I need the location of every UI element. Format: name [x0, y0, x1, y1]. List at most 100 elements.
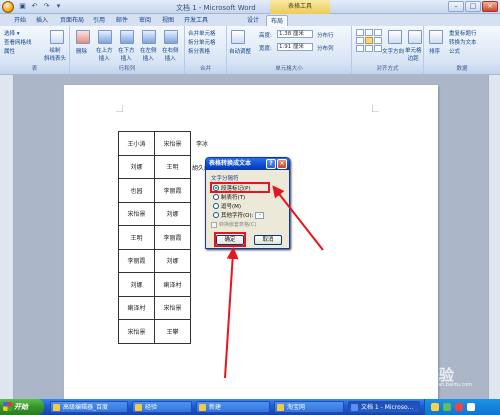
word-table[interactable]: 王小涛 宋怡景 刘娜 王明 也园 李丽霞 宋怡景 刘娜 王明 李丽霞 李丽霞 刘娜 刘娜 瘌泽村 瘌泽村 宋怡…	[118, 131, 191, 344]
tab-mailings[interactable]: 邮件	[112, 15, 132, 26]
tray-icon[interactable]	[467, 403, 475, 411]
start-button[interactable]: 开始	[0, 399, 44, 415]
redo-icon[interactable]: ↷	[42, 2, 51, 11]
align-middle-center-icon[interactable]	[365, 37, 373, 44]
table-cell[interactable]: 宋怡景	[118, 319, 155, 344]
table-row: 宋怡景 王攀	[118, 319, 191, 344]
table-cell[interactable]: 王明	[118, 225, 155, 250]
dialog-close-button[interactable]: ×	[277, 159, 287, 169]
width-input[interactable]: 1.91 厘米	[277, 43, 313, 51]
table-cell[interactable]: 宋怡景	[154, 131, 191, 156]
insert-right-icon[interactable]	[164, 30, 178, 44]
sort-icon[interactable]	[429, 30, 443, 44]
close-button[interactable]: ×	[482, 1, 498, 12]
other-character-input[interactable]: -	[255, 211, 265, 219]
insert-left-icon[interactable]	[142, 30, 156, 44]
tab-references[interactable]: 引用	[89, 15, 109, 26]
taskbar-item-label: 文档 1 - Microso...	[361, 404, 414, 411]
tab-design[interactable]: 设计	[243, 15, 263, 26]
app-icon	[277, 404, 284, 411]
height-input[interactable]: 1.38 厘米	[277, 30, 313, 38]
formula-button[interactable]: 公式	[449, 47, 460, 55]
table-cell[interactable]: 李丽霞	[154, 225, 191, 250]
tab-view[interactable]: 视图	[158, 15, 178, 26]
distribute-columns-button[interactable]: 分布列	[317, 44, 334, 52]
merge-cells-button[interactable]: 合并单元格	[188, 29, 216, 37]
table-cell[interactable]: 宋怡景	[154, 295, 191, 320]
taskbar-item-2[interactable]: 经验	[132, 401, 192, 413]
qat-dropdown-icon[interactable]: ▾	[54, 2, 63, 11]
radio-icon[interactable]	[213, 203, 219, 209]
table-cell[interactable]: 刘娜	[154, 248, 191, 273]
align-middle-right-icon[interactable]	[374, 37, 382, 44]
radio-icon[interactable]	[213, 194, 219, 200]
table-cell[interactable]: 刘娜	[118, 272, 155, 297]
table-cell[interactable]: 李丽霞	[154, 178, 191, 203]
insert-below-icon[interactable]	[120, 30, 134, 44]
tray-icon[interactable]	[431, 403, 439, 411]
option-tab[interactable]: 制表符(T)	[213, 193, 245, 201]
delete-icon[interactable]	[76, 30, 90, 44]
view-gridlines-button[interactable]: 查看网格线	[4, 38, 32, 46]
align-top-center-icon[interactable]	[365, 29, 373, 36]
cell-margins-icon[interactable]	[408, 30, 422, 44]
taskbar-item-word[interactable]: 文档 1 - Microso...	[348, 401, 420, 413]
ribbon-group-alignment: 文字方向 单元格 边距 对齐方式	[352, 26, 424, 74]
ribbon-group-table: 选择 ▾ 查看网格线 属性 绘制 斜线表头 表	[0, 26, 70, 74]
table-cell[interactable]: 刘娜	[154, 201, 191, 226]
option-comma[interactable]: 逗号(M)	[213, 202, 241, 210]
table-cell[interactable]: 也园	[118, 178, 155, 203]
split-table-button[interactable]: 拆分表格	[188, 47, 210, 55]
cancel-button[interactable]: 取消	[254, 235, 282, 245]
table-cell[interactable]: 王明	[154, 154, 191, 179]
cell-alignment-grid[interactable]	[356, 29, 382, 52]
text-direction-icon[interactable]	[388, 30, 402, 44]
tab-page-layout[interactable]: 页面布局	[56, 15, 88, 26]
align-top-left-icon[interactable]	[356, 29, 364, 36]
undo-icon[interactable]: ↶	[30, 2, 39, 11]
table-row: 王明 李丽霞	[118, 225, 191, 250]
tab-developer[interactable]: 开发工具	[180, 15, 212, 26]
help-button[interactable]: ?	[266, 159, 276, 169]
taskbar-item-1[interactable]: 高级编辑器_百度	[50, 401, 128, 413]
tab-insert[interactable]: 插入	[32, 15, 52, 26]
ribbon-group-data: 排序 重复标题行 转换为文本 公式 数据	[424, 26, 500, 74]
repeat-header-rows-button[interactable]: 重复标题行	[449, 29, 477, 37]
vertical-scrollbar[interactable]	[488, 75, 500, 399]
maximize-button[interactable]: □	[465, 1, 481, 12]
save-icon[interactable]: ▣	[18, 2, 27, 11]
table-cell[interactable]: 王小涛	[118, 131, 155, 156]
tab-home[interactable]: 开始	[10, 15, 30, 26]
table-cell[interactable]: 王攀	[154, 319, 191, 344]
tab-review[interactable]: 审阅	[135, 15, 155, 26]
distribute-rows-button[interactable]: 分布行	[317, 31, 334, 39]
insert-above-icon[interactable]	[98, 30, 112, 44]
split-cells-button[interactable]: 拆分单元格	[188, 38, 216, 46]
tray-icon[interactable]	[443, 403, 451, 411]
table-cell[interactable]: 宋怡景	[118, 201, 155, 226]
tab-layout[interactable]: 布局	[266, 15, 289, 26]
align-middle-left-icon[interactable]	[356, 37, 364, 44]
text-direction-label: 文字方向	[382, 49, 405, 55]
table-cell[interactable]: 瘌泽村	[118, 295, 155, 320]
radio-icon[interactable]	[213, 212, 219, 218]
minimize-button[interactable]: –	[448, 1, 464, 12]
tray-icon[interactable]	[455, 403, 463, 411]
properties-button[interactable]: 属性	[4, 47, 15, 55]
draw-diagonal-header-icon[interactable]	[50, 30, 64, 44]
table-cell[interactable]: 瘌泽村	[154, 272, 191, 297]
option-other-character[interactable]: 其他字符(O): -	[213, 211, 265, 219]
align-top-right-icon[interactable]	[374, 29, 382, 36]
taskbar-item-4[interactable]: 淘宝网	[274, 401, 344, 413]
select-button[interactable]: 选择 ▾	[4, 29, 20, 37]
table-cell[interactable]: 李丽霞	[118, 248, 155, 273]
table-cell[interactable]: 刘娜	[118, 154, 155, 179]
autofit-icon[interactable]	[231, 30, 245, 44]
convert-to-text-button[interactable]: 转换为文本	[449, 38, 477, 46]
office-button[interactable]	[2, 1, 14, 13]
align-bottom-left-icon[interactable]	[356, 45, 364, 52]
taskbar-item-3[interactable]: 新建	[196, 401, 270, 413]
align-bottom-center-icon[interactable]	[365, 45, 373, 52]
windows-logo-icon	[3, 402, 12, 411]
align-bottom-right-icon[interactable]	[374, 45, 382, 52]
